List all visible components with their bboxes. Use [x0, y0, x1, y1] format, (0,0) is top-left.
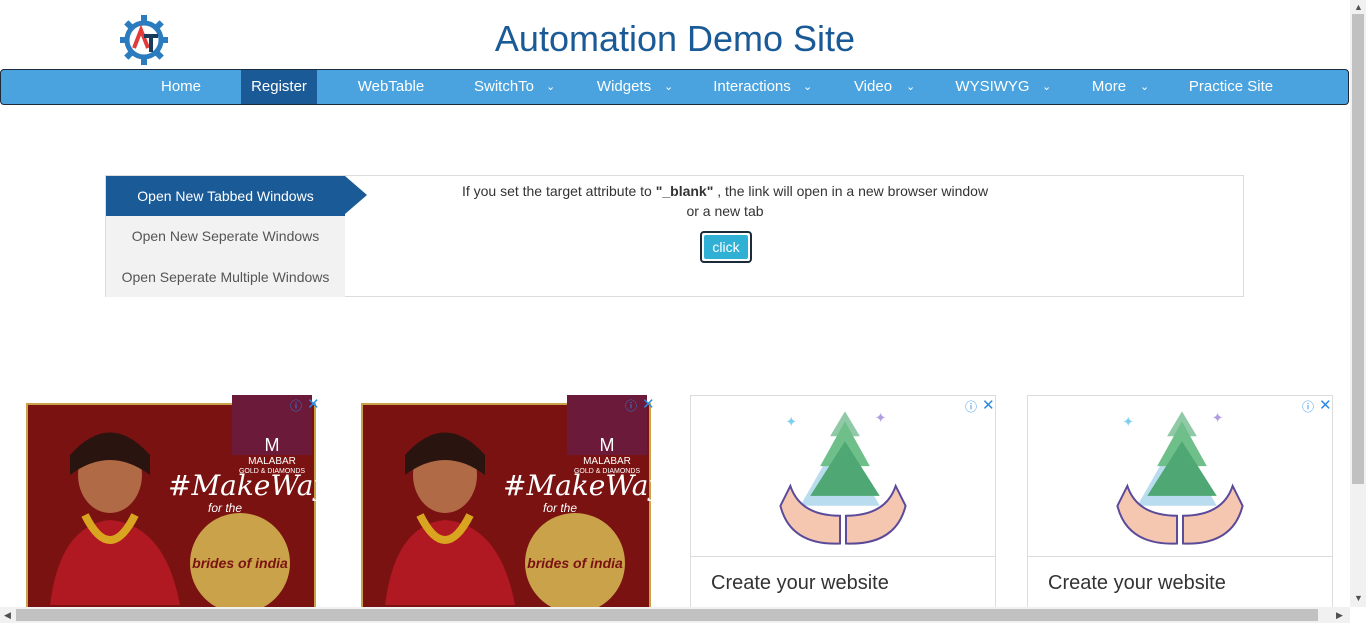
horizontal-scroll-thumb[interactable] [16, 609, 1318, 621]
ad-brand-line1: MALABAR [248, 456, 296, 467]
svg-text:✦: ✦ [875, 409, 887, 425]
ad-brand-line1: MALABAR [583, 456, 631, 467]
chevron-down-icon[interactable]: ⌄ [546, 70, 555, 104]
adchoices-icon[interactable]: ⓘ [1302, 398, 1314, 415]
ad-model-illustration [50, 432, 180, 605]
nav-home[interactable]: Home [141, 70, 221, 104]
description-suffix: , the link will open in a new browser wi… [717, 183, 989, 199]
ad-cta-text: Create your website [1048, 572, 1226, 594]
chevron-down-icon[interactable]: ⌄ [1042, 70, 1051, 104]
site-title: Automation Demo Site [494, 18, 856, 59]
nav-switchto[interactable]: SwitchTo [461, 70, 547, 104]
description-line2: or a new tab [686, 203, 764, 219]
nav-widgets[interactable]: Widgets [584, 70, 664, 104]
main-navbar: Home Register WebTable SwitchTo ⌄ Widget… [0, 69, 1349, 105]
nav-interactions[interactable]: Interactions [701, 70, 803, 104]
adchoices-icon[interactable]: ⓘ [965, 398, 977, 415]
chevron-down-icon[interactable]: ⌄ [1140, 70, 1149, 104]
hands-trees-illustration: ✦ ✦ [691, 409, 995, 557]
ad-medal-text: brides of india [527, 555, 623, 571]
tab-open-new-tabbed-windows[interactable]: Open New Tabbed Windows [106, 176, 345, 216]
svg-text:✦: ✦ [1122, 413, 1134, 429]
chevron-down-icon[interactable]: ⌄ [906, 70, 915, 104]
description-code: "_blank" [655, 183, 714, 199]
adchoices-icon[interactable]: ⓘ [290, 397, 302, 414]
chevron-down-icon[interactable]: ⌄ [803, 70, 812, 104]
scroll-up-arrow-icon[interactable]: ▲ [1354, 2, 1363, 12]
description-prefix: If you set the target attribute to [461, 183, 652, 199]
hands-trees-illustration: ✦ ✦ [1028, 409, 1332, 557]
click-button-label: click [704, 235, 748, 259]
ad-medal: brides of india [190, 513, 290, 610]
click-button[interactable]: click [700, 231, 752, 263]
scroll-down-arrow-icon[interactable]: ▼ [1354, 593, 1363, 603]
ad-medal: brides of india [525, 513, 625, 610]
tab-description: If you set the target attribute to "_bla… [420, 181, 1030, 201]
ad-banner-jewelry[interactable]: M MALABAR GOLD & DIAMONDS #MakeWay for t… [20, 395, 326, 610]
ad-banner-jewelry[interactable]: M MALABAR GOLD & DIAMONDS #MakeWay for t… [355, 395, 661, 610]
nav-wysiwyg[interactable]: WYSIWYG [945, 70, 1040, 104]
close-icon[interactable]: ✕ [1319, 396, 1332, 414]
ad-brand-mark: M [599, 435, 615, 455]
ad-medal-text: brides of india [192, 555, 288, 571]
ad-brand-mark: M [264, 435, 280, 455]
tab-open-new-seperate-windows[interactable]: Open New Seperate Windows [106, 216, 345, 256]
scroll-left-arrow-icon[interactable]: ◀ [4, 610, 11, 621]
ad-tagline: #MakeWay [503, 469, 661, 502]
ad-card-website[interactable]: ✦ ✦ Create your website ⓘ ✕ [1027, 395, 1333, 610]
tab-open-seperate-multiple-windows[interactable]: Open Seperate Multiple Windows [106, 257, 345, 297]
chevron-down-icon[interactable]: ⌄ [664, 70, 673, 104]
nav-practice-site[interactable]: Practice Site [1176, 70, 1286, 104]
close-icon[interactable]: ✕ [982, 396, 995, 414]
ad-card-website[interactable]: ✦ ✦ Create your website ⓘ ✕ [690, 395, 996, 610]
active-tab-arrow [345, 176, 367, 214]
nav-register[interactable]: Register [241, 70, 317, 104]
vertical-scroll-thumb[interactable] [1352, 14, 1364, 484]
svg-text:✦: ✦ [1212, 409, 1224, 425]
close-icon[interactable]: ✕ [642, 395, 655, 413]
adchoices-icon[interactable]: ⓘ [625, 397, 637, 414]
nav-more[interactable]: More [1081, 70, 1137, 104]
ad-tagline: #MakeWay [168, 469, 326, 502]
ad-cta-text: Create your website [711, 572, 889, 594]
ad-model-illustration [385, 432, 515, 605]
close-icon[interactable]: ✕ [307, 395, 320, 413]
nav-video[interactable]: Video [841, 70, 905, 104]
nav-webtable[interactable]: WebTable [346, 70, 436, 104]
svg-text:✦: ✦ [785, 413, 797, 429]
scroll-right-arrow-icon[interactable]: ▶ [1336, 610, 1343, 621]
